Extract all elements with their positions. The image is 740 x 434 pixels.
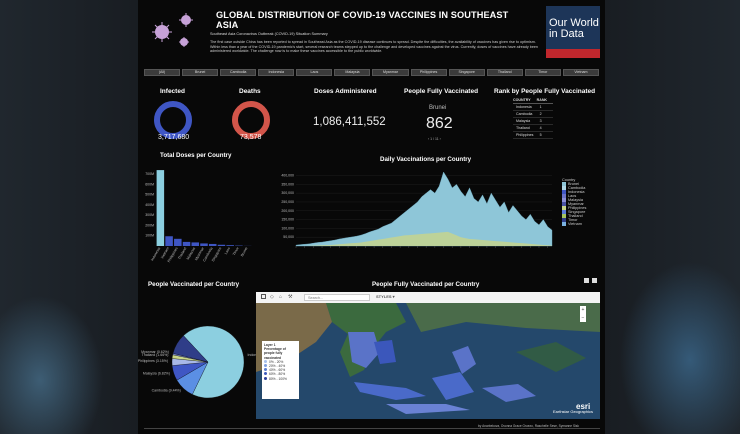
virus-icon (152, 13, 193, 47)
rank-row: Thailand 4 (513, 124, 554, 132)
y-tick-label: 250,000 (281, 200, 294, 204)
summary-text: The first case outside China has been re… (210, 40, 538, 54)
y-tick-label: 50,000 (283, 235, 294, 239)
deaths-value: 73,578 (240, 134, 262, 141)
rank-row: Philippines 5 (513, 131, 554, 139)
y-tick-label: 500M (145, 193, 154, 197)
country-tab[interactable]: Laos (296, 69, 333, 76)
y-tick-label: 100,000 (281, 226, 294, 230)
y-tick-label: 350,000 (281, 182, 294, 186)
map-legend: Layer 1 Percentage of people fully vacci… (262, 341, 299, 399)
fullscreen-icon[interactable] (592, 278, 597, 283)
y-tick-label: 600M (145, 182, 154, 186)
dashboard: GLOBAL DISTRIBUTION OF COVID-19 VACCINES… (138, 0, 605, 434)
map-toolbar: ◇ ⌂ ⚒ Search... STYLES ▾ (256, 292, 600, 303)
rank-row: Indonesia 1 (513, 103, 554, 111)
country-tab[interactable]: Malaysia (334, 69, 371, 76)
x-tick-label: Timor (232, 246, 240, 256)
expand-icon[interactable] (584, 278, 589, 283)
doses-administered-heading: Doses Administered (314, 88, 377, 95)
our-world-in-data-logo: Our World in Data (546, 6, 600, 58)
daily-vaccinations-legend: Country Brunei Cambodia Indonesia Laos Malays… (562, 178, 600, 226)
bar (174, 238, 182, 246)
country-filter-tabs: (All) Brunei Cambodia Indonesia Laos Malaysia… (144, 69, 599, 76)
x-tick-label: Laos (224, 246, 231, 255)
y-tick-label: 200,000 (281, 209, 294, 213)
y-tick-label: 300M (145, 213, 154, 217)
map-search-input[interactable]: Search... (304, 294, 370, 301)
bar (200, 243, 208, 246)
bar (156, 170, 165, 246)
pie-label: Philippines (3.15%) (138, 359, 168, 363)
esri-logo: esri (576, 402, 591, 411)
pie-label: Myanmar (0.62%) (141, 350, 169, 354)
vaccination-map[interactable] (256, 292, 600, 419)
total-doses-bar-chart: 100M200M300M400M500M600M700MIndonesiaVie… (145, 170, 252, 263)
country-tab[interactable]: Singapore (448, 69, 485, 76)
page-title: GLOBAL DISTRIBUTION OF COVID-19 VACCINES… (216, 10, 509, 30)
y-tick-label: 100M (145, 234, 154, 238)
people-fully-vaccinated-heading: People Fully Vaccinated (404, 88, 479, 95)
pie-label: Cambodia (9.44%) (152, 388, 181, 392)
y-tick-label: 150,000 (281, 218, 294, 222)
fully-vaccinated-pager[interactable]: ‹ 1 / 11 › (428, 137, 441, 141)
bar (208, 243, 217, 246)
bar (182, 241, 191, 246)
country-tab[interactable]: Timor (524, 69, 561, 76)
layers-icon[interactable]: ◇ (270, 294, 274, 300)
map-title: People Fully Vaccinated per Country (372, 281, 480, 288)
country-tab[interactable]: Myanmar (372, 69, 409, 76)
bar (191, 242, 200, 246)
doses-administered-value: 1,086,411,552 (313, 116, 386, 128)
y-tick-label: 400,000 (281, 174, 294, 178)
country-tab[interactable]: Indonesia (258, 69, 295, 76)
country-tab[interactable]: Philippines (410, 69, 447, 76)
fully-vaccinated-value: 862 (426, 115, 453, 132)
map-legend-item: 80% - 100% (264, 376, 297, 381)
pie-label: Indonesia (69.09%) (248, 353, 256, 357)
x-tick-label: Indonesia (150, 246, 161, 261)
bar (165, 236, 173, 246)
y-tick-label: 200M (145, 223, 154, 227)
pie-label: Malaysia (6.82%) (143, 371, 170, 375)
people-vaccinated-pie-chart: Indonesia (69.09%) Cambodia (9.44%) Malays… (138, 325, 256, 399)
infected-heading: Infected (160, 88, 185, 95)
summary-heading: Southeast Asia Coronavirus Outbreak (COV… (210, 32, 328, 36)
y-tick-label: 400M (145, 203, 154, 207)
zoom-control[interactable]: + − (580, 306, 586, 322)
total-doses-title: Total Doses per Country (160, 152, 232, 159)
rank-table: COUNTRY RANK Indonesia 1 Cambodia 2 Malaysia 3 T… (513, 98, 598, 139)
country-tab[interactable]: Vietnam (562, 69, 599, 76)
daily-vaccinations-title: Daily Vaccinations per Country (380, 156, 472, 163)
country-tab[interactable]: Cambodia (220, 69, 257, 76)
footer-divider (144, 428, 600, 429)
bar (217, 244, 226, 246)
legend-item[interactable]: Vietnam (562, 222, 600, 226)
x-tick-label: Brunei (240, 246, 249, 257)
people-vaccinated-title: People Vaccinated per Country (148, 281, 240, 288)
country-tab[interactable]: Brunei (182, 69, 219, 76)
deaths-heading: Deaths (239, 88, 261, 95)
tools-icon[interactable]: ⚒ (288, 294, 292, 300)
styles-button[interactable]: STYLES ▾ (376, 294, 395, 299)
select-icon[interactable] (261, 294, 266, 299)
rank-row: Cambodia 2 (513, 110, 554, 118)
country-tab[interactable]: Thailand (486, 69, 523, 76)
credit-text: by Anarbekova, Ovonna Grace Gruezo, Rasc… (478, 424, 579, 428)
country-tab[interactable]: (All) (144, 69, 181, 76)
y-tick-label: 300,000 (281, 191, 294, 195)
rank-row: Malaysia 3 (513, 117, 554, 125)
rank-heading: Rank by People Fully Vaccinated (494, 88, 596, 95)
daily-vaccinations-area-chart: 50,000 100,000 150,000 200,000 250,000 300,00… (281, 171, 553, 248)
infected-value: 3,717,680 (158, 134, 190, 141)
y-tick-label: 700M (145, 172, 154, 176)
fully-vaccinated-country: Brunei (429, 105, 447, 111)
bar (226, 245, 234, 246)
home-icon[interactable]: ⌂ (279, 294, 282, 300)
